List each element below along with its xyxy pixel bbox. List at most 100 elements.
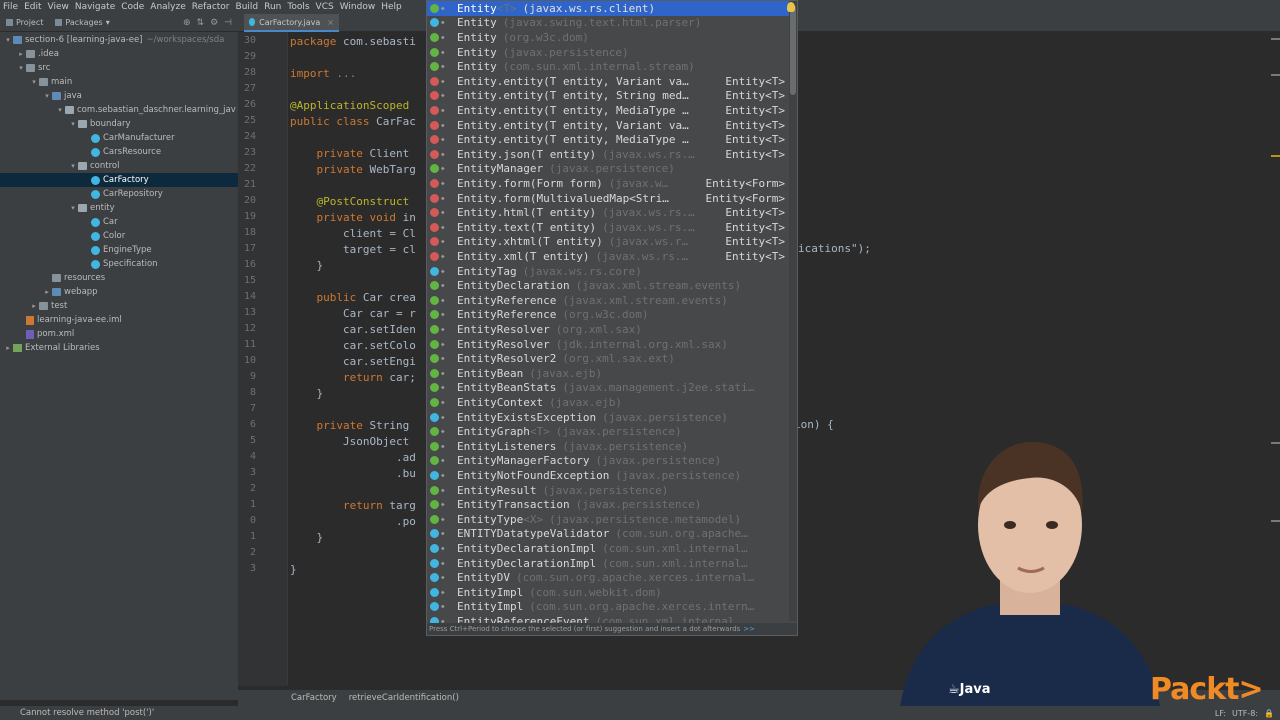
lightbulb-icon[interactable] (787, 2, 795, 12)
lock-icon[interactable]: 🔒 (1264, 709, 1274, 718)
completion-scrollbar[interactable] (789, 1, 797, 621)
chevron-right-icon[interactable]: ▸ (3, 344, 13, 352)
completion-item[interactable]: ◆ EntityReference (org.w3c.dom) (427, 308, 789, 323)
tree-item[interactable]: resources (0, 271, 238, 285)
chevron-down-icon[interactable]: ▾ (106, 18, 110, 27)
error-stripe-marker[interactable] (1271, 74, 1280, 76)
completion-item[interactable]: ◆ EntityDeclaration (javax.xml.stream.even… (427, 278, 789, 293)
error-stripe-marker[interactable] (1271, 38, 1280, 40)
menu-item-run[interactable]: Run (261, 2, 284, 12)
completion-item[interactable]: ◆ Entity.xhtml(T entity) (javax.ws.r… Entit… (427, 235, 789, 250)
tab-project[interactable]: Project (0, 18, 49, 27)
error-stripe-marker[interactable] (1271, 520, 1280, 522)
chevron-right-icon[interactable]: ▸ (42, 288, 52, 296)
completion-item[interactable]: ◆ EntityType <X> (javax.persistence.metamod… (427, 512, 789, 527)
menu-item-vcs[interactable]: VCS (313, 2, 337, 12)
chevron-down-icon[interactable]: ▾ (16, 64, 26, 72)
breadcrumb-method[interactable]: retrieveCarIdentification() (349, 693, 459, 703)
breadcrumb-class[interactable]: CarFactory (291, 693, 337, 703)
completion-item[interactable]: ◆ Entity.xml(T entity) (javax.ws.rs.… Entit… (427, 249, 789, 264)
tree-item[interactable]: ▾ main (0, 75, 238, 89)
tree-item[interactable]: ▾ section-6 [learning-java-ee] ~/workspace… (0, 33, 238, 47)
completion-item[interactable]: ◆ EntityManager (javax.persistence) (427, 162, 789, 177)
tree-item[interactable]: ▾ com.sebastian_daschner.learning_jav (0, 103, 238, 117)
completion-item[interactable]: ◆ Entity.entity(T entity, Variant va… Enti… (427, 118, 789, 133)
completion-item[interactable]: ◆ EntityContext (javax.ejb) (427, 395, 789, 410)
menu-item-navigate[interactable]: Navigate (72, 2, 118, 12)
chevron-down-icon[interactable]: ▾ (42, 92, 52, 100)
completion-item[interactable]: ◆ EntityReference (javax.xml.stream.events… (427, 293, 789, 308)
completion-item[interactable]: ◆ EntityDeclarationImpl (com.sun.xml.inter… (427, 556, 789, 571)
completion-item[interactable]: ◆ EntityListeners (javax.persistence) (427, 439, 789, 454)
completion-item[interactable]: ◆ EntityDeclarationImpl (com.sun.xml.inter… (427, 541, 789, 556)
tab-carfactory[interactable]: CarFactory.java × (244, 14, 339, 32)
completion-item[interactable]: ◆ Entity.entity(T entity, MediaType … Enti… (427, 103, 789, 118)
tree-item[interactable]: learning-java-ee.iml (0, 313, 238, 327)
chevron-down-icon[interactable]: ▾ (55, 106, 65, 114)
completion-item[interactable]: ◆ Entity (javax.persistence) (427, 45, 789, 60)
tree-item[interactable]: ▸ webapp (0, 285, 238, 299)
menu-item-build[interactable]: Build (233, 2, 262, 12)
warning-stripe-marker[interactable] (1271, 155, 1280, 157)
file-encoding[interactable]: UTF-8: (1232, 709, 1258, 718)
completion-item[interactable]: ◆ EntityBean (javax.ejb) (427, 366, 789, 381)
menu-item-help[interactable]: Help (378, 2, 405, 12)
line-separator[interactable]: LF: (1215, 709, 1226, 718)
tree-item[interactable]: Car (0, 215, 238, 229)
completion-item[interactable]: ◆ EntityGraph <T> (javax.persistence) (427, 424, 789, 439)
chevron-down-icon[interactable]: ▾ (68, 120, 78, 128)
completion-item[interactable]: ◆ EntityResolver (jdk.internal.org.xml.sax… (427, 337, 789, 352)
chevron-down-icon[interactable]: ▾ (68, 162, 78, 170)
completion-footer-link[interactable]: >> (743, 625, 755, 633)
tree-item[interactable]: ▾ control (0, 159, 238, 173)
menu-item-window[interactable]: Window (337, 2, 379, 12)
chevron-down-icon[interactable]: ▾ (29, 78, 39, 86)
error-stripe-marker[interactable] (1271, 442, 1280, 444)
completion-item[interactable]: ◆ Entity.entity(T entity, MediaType … Enti… (427, 132, 789, 147)
completion-item[interactable]: ◆ ENTITYDatatypeValidator (com.sun.org.apa… (427, 527, 789, 542)
tree-item[interactable]: CarRepository (0, 187, 238, 201)
tree-item[interactable]: pom.xml (0, 327, 238, 341)
completion-item[interactable]: ◆ EntityResult (javax.persistence) (427, 483, 789, 498)
menu-item-file[interactable]: File (0, 2, 21, 12)
completion-item[interactable]: ◆ EntityDV (com.sun.org.apache.xerces.inte… (427, 570, 789, 585)
completion-item[interactable]: ◆ Entity.entity(T entity, Variant va… Enti… (427, 74, 789, 89)
completion-item[interactable]: ◆ Entity.entity(T entity, String med… Enti… (427, 89, 789, 104)
tree-item[interactable]: EngineType (0, 243, 238, 257)
completion-item[interactable]: ◆ EntityTransaction (javax.persistence) (427, 497, 789, 512)
menu-item-tools[interactable]: Tools (284, 2, 312, 12)
tree-item[interactable]: CarsResource (0, 145, 238, 159)
chevron-down-icon[interactable]: ▾ (68, 204, 78, 212)
completion-item[interactable]: ◆ EntityManagerFactory (javax.persistence) (427, 454, 789, 469)
sync-icon[interactable]: ⊕ (183, 18, 191, 28)
tree-item[interactable]: ▾ src (0, 61, 238, 75)
tree-item[interactable]: Specification (0, 257, 238, 271)
menu-item-edit[interactable]: Edit (21, 2, 44, 12)
completion-item[interactable]: ◆ Entity (com.sun.xml.internal.stream) (427, 59, 789, 74)
tab-packages[interactable]: Packages ▾ (49, 18, 115, 27)
tree-item[interactable]: ▸ External Libraries (0, 341, 238, 355)
completion-item[interactable]: ◆ EntityResolver (org.xml.sax) (427, 322, 789, 337)
tree-item[interactable]: ▸ test (0, 299, 238, 313)
completion-item[interactable]: ◆ Entity.json(T entity) (javax.ws.rs.… Enti… (427, 147, 789, 162)
completion-item[interactable]: ◆ EntityBeanStats (javax.management.j2ee.s… (427, 381, 789, 396)
chevron-down-icon[interactable]: ▾ (3, 36, 13, 44)
menu-item-view[interactable]: View (45, 2, 72, 12)
tree-item[interactable]: CarManufacturer (0, 131, 238, 145)
completion-item[interactable]: ◆ EntityImpl (com.sun.webkit.dom) (427, 585, 789, 600)
completion-item[interactable]: ◆ EntityTag (javax.ws.rs.core) (427, 264, 789, 279)
menu-item-code[interactable]: Code (118, 2, 147, 12)
tree-item[interactable]: ▾ entity (0, 201, 238, 215)
completion-popup[interactable]: ◆ EntityReferenceEvent (com.sun.xml.intern… (426, 0, 798, 636)
tree-item[interactable]: CarFactory (0, 173, 238, 187)
completion-item[interactable]: ◆ EntityImpl (com.sun.org.apache.xerces.in… (427, 600, 789, 615)
menu-item-refactor[interactable]: Refactor (189, 2, 233, 12)
tree-item[interactable]: Color (0, 229, 238, 243)
completion-item[interactable]: ◆ EntityExistsException (javax.persistence… (427, 410, 789, 425)
completion-item[interactable]: ◆ Entity <T> (javax.ws.rs.client) (427, 1, 789, 16)
tree-item[interactable]: ▾ java (0, 89, 238, 103)
gear-icon[interactable]: ⚙ (210, 18, 218, 28)
completion-item[interactable]: ◆ EntityNotFoundException (javax.persisten… (427, 468, 789, 483)
chevron-right-icon[interactable]: ▸ (29, 302, 39, 310)
close-icon[interactable]: × (327, 18, 334, 27)
